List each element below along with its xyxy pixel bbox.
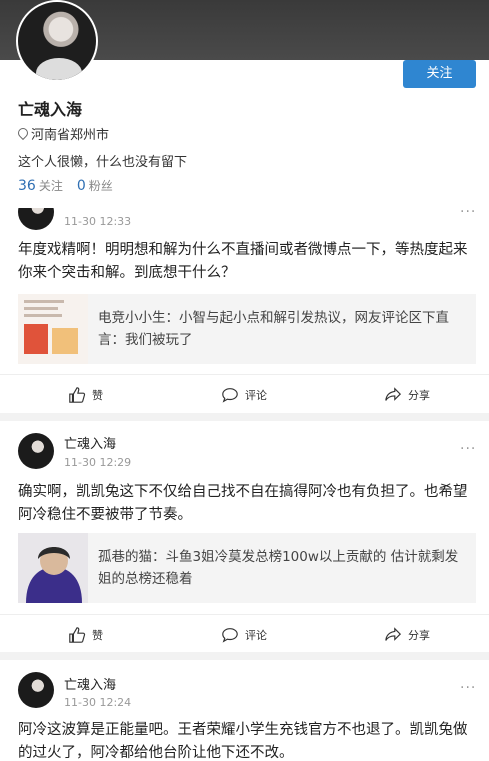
share-button[interactable]: 分享 (384, 615, 430, 655)
comment-icon (222, 388, 238, 403)
post-actions: 赞 评论 分享 (0, 374, 489, 413)
post-card: 亡魂入海 11-30 12:24 ··· 阿冷这波算是正能量吧。王者荣耀小学生充… (0, 660, 489, 761)
post-text: 年度戏精啊！明明想和解为什么不直播间或者微博点一下，等热度起来你来个突击和解。到… (18, 242, 468, 281)
followers-stat[interactable]: 0 粉丝 (77, 177, 113, 194)
post-actions: 赞 评论 分享 (0, 614, 489, 654)
profile-bio: 这个人很懒，什么也没有留下 (18, 155, 188, 170)
profile-section: 关注 亡魂入海 河南省郑州市 这个人很懒，什么也没有留下 36 关注 0 粉丝 (0, 0, 489, 208)
quoted-post-text: 孤巷的猫：斗鱼3姐冷莫发总榜100w以上贡献的 估计就剩发姐的总榜还稳着 (98, 549, 459, 587)
like-label: 赞 (92, 629, 103, 642)
comment-button[interactable]: 评论 (221, 375, 267, 413)
post-author-avatar[interactable] (18, 208, 54, 230)
location-text: 河南省郑州市 (31, 128, 110, 143)
quoted-post[interactable]: 电竞小小生：小智与起小点和解引发热议，网友评论区下直言：我们被玩了 (18, 294, 476, 364)
post-author-name[interactable]: 亡魂入海 (64, 433, 116, 452)
post-text: 阿冷这波算是正能量吧。王者荣耀小学生充钱官方不也退了。凯凯兔做的过火了，阿冷都给… (18, 722, 468, 761)
thumbs-up-icon (69, 387, 86, 403)
comment-label: 评论 (245, 629, 267, 642)
share-icon (385, 387, 402, 401)
profile-avatar[interactable] (16, 0, 98, 82)
like-button[interactable]: 赞 (68, 615, 103, 655)
quoted-post-thumbnail (18, 294, 88, 364)
share-label: 分享 (408, 389, 430, 402)
post-more-icon[interactable]: ··· (460, 208, 476, 220)
like-label: 赞 (92, 389, 103, 402)
profile-location: 河南省郑州市 (18, 124, 109, 143)
post-more-icon[interactable]: ··· (460, 680, 476, 696)
profile-stats: 36 关注 0 粉丝 (18, 177, 113, 194)
comment-icon (222, 628, 238, 643)
post-text: 确实啊，凯凯兔这下不仅给自己找不自在搞得阿冷也有负担了。也希望阿冷稳住不要被带了… (18, 484, 468, 523)
feed-divider (0, 413, 489, 421)
feed-divider (0, 652, 489, 660)
post-time: 11-30 12:33 (64, 215, 132, 228)
location-pin-icon (18, 128, 28, 140)
following-stat[interactable]: 36 关注 (18, 177, 63, 194)
post-author-avatar[interactable] (18, 433, 54, 469)
post-time: 11-30 12:24 (64, 696, 132, 709)
like-button[interactable]: 赞 (68, 375, 103, 413)
follow-button[interactable]: 关注 (403, 60, 476, 88)
quoted-post[interactable]: 孤巷的猫：斗鱼3姐冷莫发总榜100w以上贡献的 估计就剩发姐的总榜还稳着 (18, 533, 476, 603)
comment-button[interactable]: 评论 (221, 615, 267, 655)
share-icon (385, 627, 402, 641)
post-author-name[interactable]: 亡魂入海 (64, 674, 116, 693)
quoted-post-text: 电竞小小生：小智与起小点和解引发热议，网友评论区下直言：我们被玩了 (98, 310, 449, 348)
post-card: 亡魂入海 11-30 12:29 ··· 确实啊，凯凯兔这下不仅给自己找不自在搞… (0, 421, 489, 652)
post-author-avatar[interactable] (18, 672, 54, 708)
post-more-icon[interactable]: ··· (460, 441, 476, 457)
quoted-post-thumbnail (18, 533, 88, 603)
post-card: 11-30 12:33 ··· 年度戏精啊！明明想和解为什么不直播间或者微博点一… (0, 208, 489, 413)
thumbs-up-icon (69, 627, 86, 643)
post-time: 11-30 12:29 (64, 456, 132, 469)
share-label: 分享 (408, 629, 430, 642)
profile-name: 亡魂入海 (18, 100, 83, 119)
share-button[interactable]: 分享 (384, 375, 430, 413)
comment-label: 评论 (245, 389, 267, 402)
